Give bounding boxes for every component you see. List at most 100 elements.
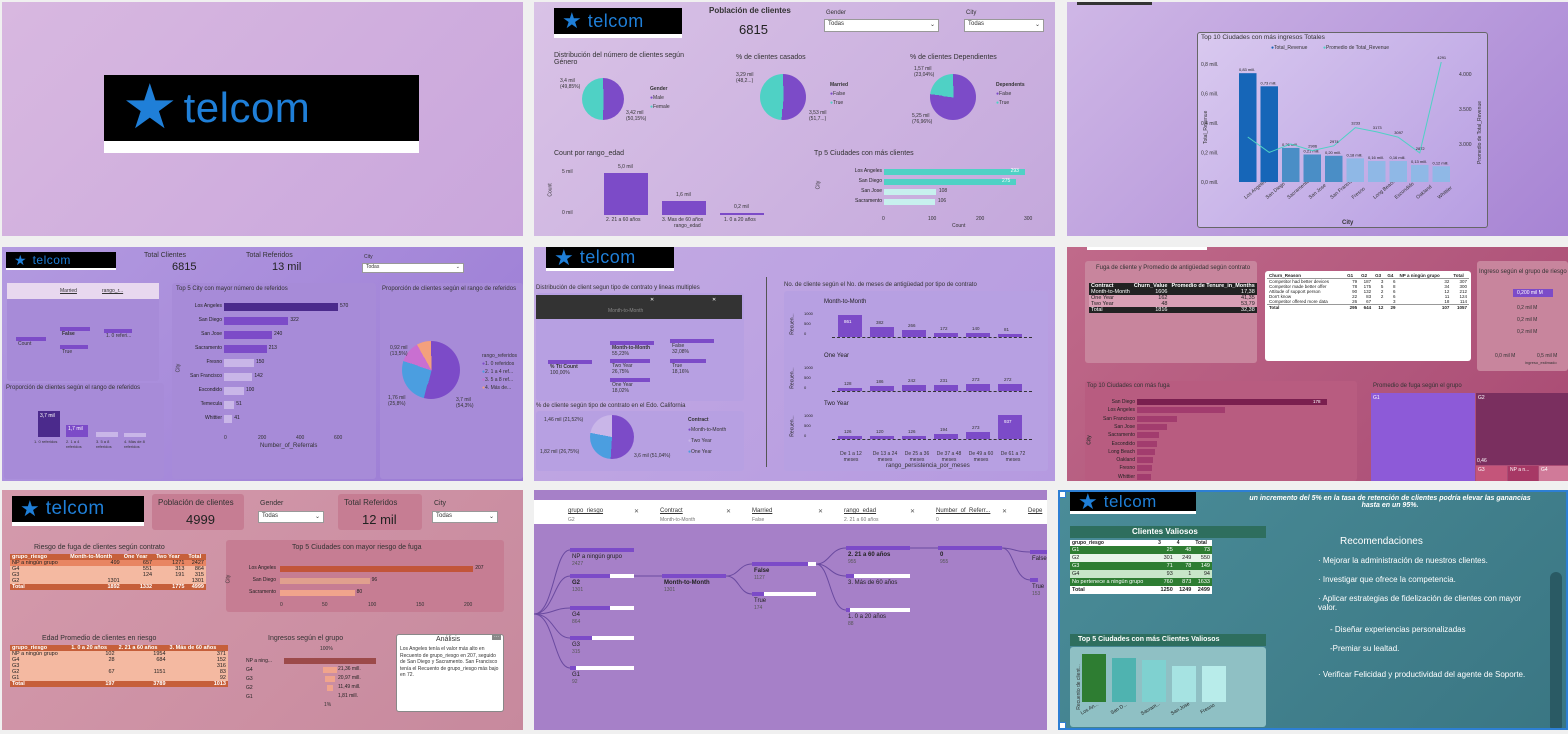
- panel-riesgo: ★ telcom Población de clientes 4999 Gend…: [2, 490, 523, 730]
- brand-logo: ★ telcom: [104, 75, 419, 153]
- close-icon[interactable]: ✕: [712, 297, 716, 303]
- meses-axis-x: rango_persistencia_por_meses: [886, 463, 970, 469]
- city-label: Whittier: [205, 415, 222, 421]
- ingresos-cat: G1: [246, 694, 253, 700]
- fuga-cell: Total: [1091, 307, 1103, 313]
- tree-node-bar: [570, 666, 576, 670]
- gender-dropdown[interactable]: Todas ⌄: [824, 19, 939, 32]
- top5-axis-y: City: [815, 180, 822, 190]
- brand-wordmark: telcom: [183, 84, 311, 131]
- meses-tick: 1000: [804, 413, 813, 418]
- top5-referidos-axis-y: City: [175, 363, 182, 373]
- rec-item-4: - Diseñar experiencias personalizadas: [1330, 625, 1466, 634]
- contract-label: Two Year: [824, 401, 849, 407]
- top5-axis-x: Count: [952, 223, 966, 229]
- filter-value: False: [752, 517, 765, 523]
- gender-label: Gender: [826, 10, 847, 16]
- gender-legend-female: ●Female: [650, 104, 670, 110]
- referidos-bar-value: 142: [254, 373, 263, 379]
- panel-overview: ★ telcom Población de clientes 6815 Gend…: [534, 2, 1055, 236]
- riesgo-bar: [280, 590, 355, 596]
- total-referidos-value: 13 mil: [272, 261, 302, 273]
- referidos-bar: [224, 331, 272, 339]
- treemap-label-g3: G3: [1478, 467, 1485, 473]
- brand-wordmark: telcom: [32, 253, 71, 267]
- city-label: Los Angeles: [854, 168, 882, 174]
- revenue-title: Top 10 Ciudades con más ingresos Totales: [1201, 34, 1325, 41]
- poblacion-label: Población de clientes: [158, 498, 234, 507]
- revenue-bar: [1282, 147, 1300, 182]
- valiosos-row: Total 1250 1249 2499: [1070, 586, 1212, 594]
- gender-dropdown[interactable]: Todas ⌄: [258, 511, 324, 523]
- tree-header-married: Married: [60, 288, 77, 294]
- decomp-header: [7, 283, 159, 299]
- casados-label-1: 3,29 mil (48,2...): [736, 72, 754, 84]
- city-dropdown[interactable]: Todas ⌄: [432, 511, 498, 523]
- california-legend-2: ●Two Year: [688, 438, 712, 444]
- city-label: Whittier: [1118, 473, 1135, 480]
- top5-riesgo-tick-2: 100: [368, 602, 377, 608]
- referidos-donut-label-2: 1,76 mil (25,8%): [388, 395, 406, 407]
- resize-handle[interactable]: [1060, 722, 1066, 728]
- total-clientes-value: 6815: [172, 261, 197, 273]
- prop-cat-4: 4. Más de 8 referidos: [124, 439, 145, 449]
- top5-referidos-axis-x: Number_of_Referrals: [260, 443, 318, 449]
- tree-node-label: NP a ningún grupo: [572, 554, 623, 560]
- panel-logo-cover: ★ telcom: [2, 2, 523, 236]
- fuga-title: Fuga de cliente y Promedio de antigüedad…: [1095, 265, 1251, 271]
- tree-node-value: 315: [572, 649, 581, 655]
- tree-node-label: False: [1032, 556, 1047, 562]
- meses-tick: 500: [804, 321, 811, 326]
- valiosos-cell: 78: [1185, 563, 1192, 569]
- fuga-bar-value: 178: [1313, 399, 1321, 404]
- referidos-bar-value: 150: [256, 359, 265, 365]
- referidos-legend-2: ●2. 1 a 4 ref...: [482, 369, 514, 375]
- revenue-bar-label: 0,16 mill.: [1390, 155, 1406, 160]
- city-dropdown[interactable]: Todas ⌄: [964, 19, 1044, 32]
- top5-referidos-tick-1: 200: [258, 435, 267, 441]
- prop-bar-4: [124, 433, 146, 437]
- poblacion-value: 6815: [739, 22, 768, 37]
- city-label: San Jose: [1114, 423, 1135, 430]
- more-options-icon[interactable]: ···: [492, 634, 501, 640]
- edad-cell: 197: [105, 681, 115, 687]
- scrollbar[interactable]: [1550, 572, 1562, 728]
- edad-bar-2: [662, 201, 706, 215]
- valiosos-cell: G2: [1072, 555, 1080, 561]
- fuga-bar: [1137, 399, 1327, 405]
- edad-bar-3: [720, 213, 764, 215]
- city-dropdown[interactable]: Todas ⌄: [362, 263, 464, 273]
- prop-bar-3: [96, 432, 118, 437]
- top-white-bar: [1087, 247, 1207, 250]
- ingresos-cat: NP a ning...: [246, 658, 273, 664]
- meses-bar-value: 273: [972, 424, 980, 430]
- y-tick: 0,6 mill.: [1201, 92, 1218, 98]
- close-icon[interactable]: ✕: [650, 297, 654, 303]
- tree-node-false: False 32,08%: [672, 343, 689, 355]
- y2-tick: 3.000: [1459, 142, 1472, 148]
- city-bar-value: 108: [938, 188, 948, 194]
- churn-cell: 295: [1349, 305, 1358, 310]
- tree-node-track: [808, 562, 816, 566]
- riesgo-title: Riesgo de fuga de clientes según contrat…: [34, 544, 165, 551]
- california-donut: [590, 415, 634, 459]
- meses-cat-1: De 13 a 24 meses: [872, 451, 898, 463]
- ingreso-axis-0: 0,0 mil M: [1495, 353, 1516, 359]
- riesgo-bar-value: 96: [371, 577, 378, 583]
- top5-referidos-tick-0: 0: [224, 435, 227, 441]
- meses-bar-value: 231: [940, 377, 948, 383]
- brand-logo: ★ telcom: [554, 8, 682, 38]
- resize-handle[interactable]: [1060, 492, 1066, 498]
- fuga-table: Contract Churn_Value Promedio de Tenure_in…: [1089, 283, 1257, 313]
- tree-header-rango: rango_r...: [102, 288, 124, 294]
- revenue-bar: [1303, 154, 1321, 182]
- city-label: San Diego: [252, 577, 276, 583]
- referidos-bar-value: 100: [246, 387, 255, 393]
- tree-node-bar: [938, 546, 1002, 550]
- tree-node-label: 0: [940, 552, 944, 558]
- tree-node-bar: [752, 562, 808, 566]
- axis-x-label: City: [1342, 220, 1354, 226]
- referidos-legend-title: rango_referidos: [482, 353, 518, 359]
- revenue-bar: [1325, 155, 1343, 182]
- city-tick: Long Beach: [1372, 179, 1396, 201]
